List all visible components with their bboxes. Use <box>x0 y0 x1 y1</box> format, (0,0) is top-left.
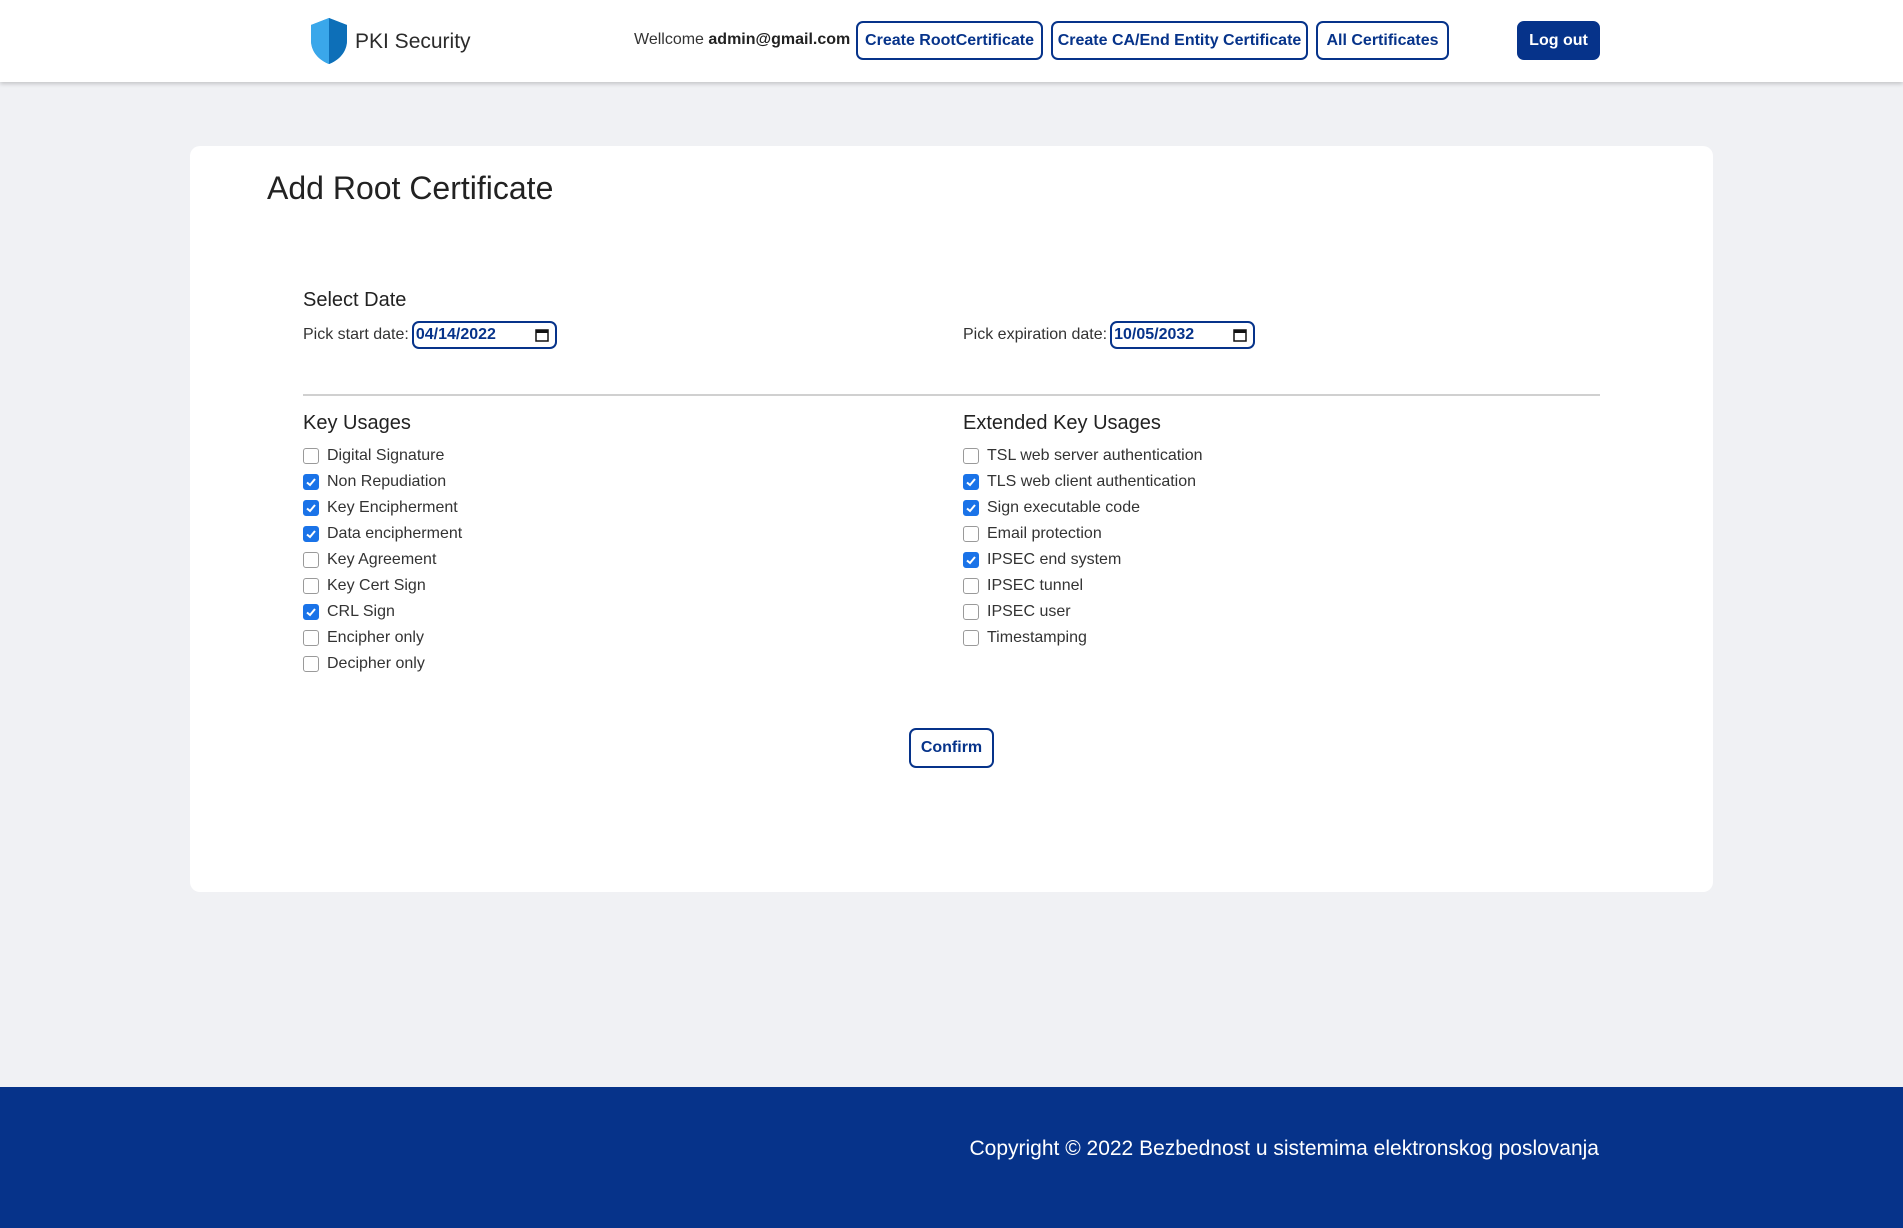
checkbox-unchecked[interactable] <box>963 448 979 464</box>
confirm-button[interactable]: Confirm <box>909 728 994 768</box>
extended-key-usages-list: TSL web server authentication TLS web cli… <box>963 443 1203 651</box>
key-usage-checkbox-item[interactable]: Encipher only <box>303 625 462 651</box>
logout-button[interactable]: Log out <box>1517 21 1600 60</box>
checkbox-unchecked[interactable] <box>303 630 319 646</box>
start-date-input[interactable]: 04/14/2022 <box>411 321 557 349</box>
key-usage-checkbox-item[interactable]: Key Cert Sign <box>303 573 462 599</box>
checkbox-checked[interactable] <box>303 604 319 620</box>
key-usage-label: Non Repudiation <box>327 473 447 490</box>
expiration-date-row: Pick expiration date: 10/05/2032 <box>963 321 1256 349</box>
expiration-date-input[interactable]: 10/05/2032 <box>1110 321 1256 349</box>
extended-key-usage-label: TLS web client authentication <box>987 473 1197 490</box>
extended-key-usage-checkbox-item[interactable]: Sign executable code <box>963 495 1203 521</box>
extended-key-usage-checkbox-item[interactable]: TSL web server authentication <box>963 443 1203 469</box>
checkbox-checked[interactable] <box>303 526 319 542</box>
extended-key-usage-label: IPSEC end system <box>987 551 1122 568</box>
key-usage-checkbox-item[interactable]: Key Agreement <box>303 547 462 573</box>
key-usages-heading: Key Usages <box>303 412 411 434</box>
key-usage-checkbox-item[interactable]: Digital Signature <box>303 443 462 469</box>
key-usage-label: CRL Sign <box>327 603 395 620</box>
create-root-certificate-button[interactable]: Create RootCertificate <box>856 21 1043 60</box>
checkbox-unchecked[interactable] <box>963 630 979 646</box>
calendar-icon[interactable] <box>1233 328 1247 342</box>
key-usage-label: Encipher only <box>327 629 424 646</box>
key-usage-checkbox-item[interactable]: Decipher only <box>303 651 462 677</box>
checkbox-unchecked[interactable] <box>303 656 319 672</box>
extended-key-usage-checkbox-item[interactable]: Email protection <box>963 521 1203 547</box>
all-certificates-button[interactable]: All Certificates <box>1316 21 1449 60</box>
key-usage-label: Key Encipherment <box>327 499 458 516</box>
checkbox-checked[interactable] <box>303 474 319 490</box>
shield-icon <box>311 18 347 64</box>
calendar-icon[interactable] <box>535 328 549 342</box>
start-date-row: Pick start date: 04/14/2022 <box>303 321 557 349</box>
checkbox-checked[interactable] <box>963 552 979 568</box>
key-usage-checkbox-item[interactable]: Data encipherment <box>303 521 462 547</box>
key-usage-label: Key Cert Sign <box>327 577 426 594</box>
top-navbar: PKI Security Wellcome admin@gmail.com Cr… <box>0 0 1903 82</box>
extended-key-usage-label: Email protection <box>987 525 1102 542</box>
key-usage-label: Data encipherment <box>327 525 463 542</box>
checkbox-checked[interactable] <box>963 474 979 490</box>
extended-key-usage-label: Timestamping <box>987 629 1087 646</box>
section-divider <box>303 394 1600 396</box>
key-usage-checkbox-item[interactable]: CRL Sign <box>303 599 462 625</box>
extended-key-usages-heading: Extended Key Usages <box>963 412 1161 434</box>
brand-name: PKI Security <box>355 30 471 53</box>
extended-key-usage-checkbox-item[interactable]: TLS web client authentication <box>963 469 1203 495</box>
checkbox-unchecked[interactable] <box>303 578 319 594</box>
key-usage-checkbox-item[interactable]: Non Repudiation <box>303 469 462 495</box>
footer: Copyright © 2022 Bezbednost u sistemima … <box>0 1087 1903 1228</box>
checkbox-unchecked[interactable] <box>963 578 979 594</box>
start-date-label: Pick start date: <box>303 326 409 343</box>
checkbox-unchecked[interactable] <box>963 604 979 620</box>
expiration-date-value: 10/05/2032 <box>1114 326 1195 343</box>
checkbox-checked[interactable] <box>963 500 979 516</box>
user-email: admin@gmail.com <box>708 31 851 48</box>
start-date-value: 04/14/2022 <box>415 326 496 343</box>
extended-key-usage-label: Sign executable code <box>987 499 1140 516</box>
welcome-text: Wellcome admin@gmail.com <box>634 31 850 49</box>
welcome-prefix: Wellcome <box>634 31 709 48</box>
copyright-text: Copyright © 2022 Bezbednost u sistemima … <box>969 1137 1600 1160</box>
key-usage-label: Decipher only <box>327 655 425 672</box>
select-date-heading: Select Date <box>303 289 407 311</box>
key-usages-list: Digital Signature Non Repudiation Key Enci… <box>303 443 462 677</box>
create-ca-certificate-button[interactable]: Create CA/End Entity Certificate <box>1051 21 1308 60</box>
page-title: Add Root Certificate <box>267 170 554 206</box>
extended-key-usage-label: TSL web server authentication <box>987 447 1203 464</box>
checkbox-unchecked[interactable] <box>303 552 319 568</box>
expiration-date-label: Pick expiration date: <box>963 326 1108 343</box>
checkbox-unchecked[interactable] <box>303 448 319 464</box>
extended-key-usage-checkbox-item[interactable]: Timestamping <box>963 625 1203 651</box>
extended-key-usage-label: IPSEC tunnel <box>987 577 1084 594</box>
key-usage-label: Key Agreement <box>327 551 437 568</box>
key-usage-checkbox-item[interactable]: Key Encipherment <box>303 495 462 521</box>
extended-key-usage-label: IPSEC user <box>987 603 1071 620</box>
checkbox-checked[interactable] <box>303 500 319 516</box>
checkbox-unchecked[interactable] <box>963 526 979 542</box>
extended-key-usage-checkbox-item[interactable]: IPSEC end system <box>963 547 1203 573</box>
extended-key-usage-checkbox-item[interactable]: IPSEC tunnel <box>963 573 1203 599</box>
extended-key-usage-checkbox-item[interactable]: IPSEC user <box>963 599 1203 625</box>
key-usage-label: Digital Signature <box>327 447 445 464</box>
brand[interactable]: PKI Security <box>307 16 471 66</box>
certificate-form-card: Add Root Certificate Select Date Pick st… <box>190 146 1713 892</box>
